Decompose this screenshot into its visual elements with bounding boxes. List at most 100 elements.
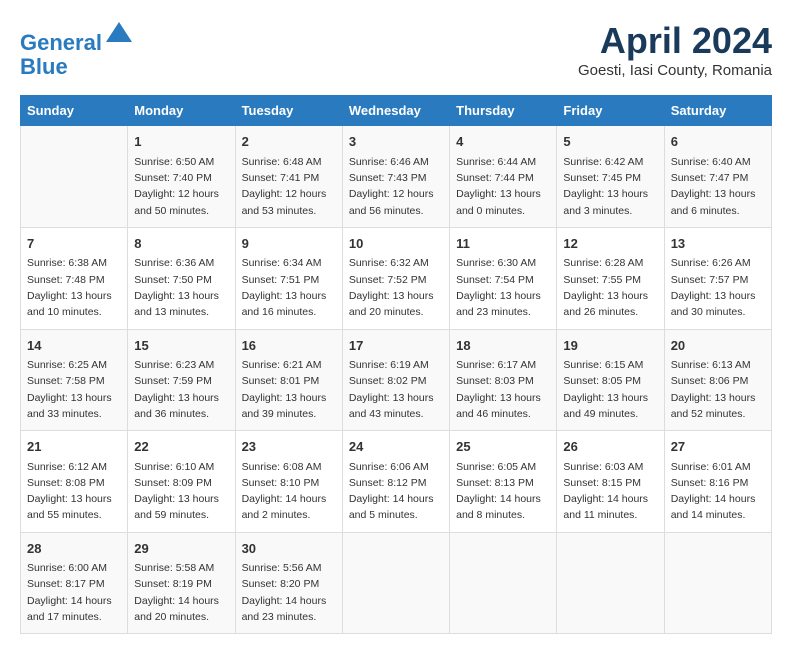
calendar-cell: 20Sunrise: 6:13 AM Sunset: 8:06 PM Dayli… [664,329,771,431]
day-info: Sunrise: 6:50 AM Sunset: 7:40 PM Dayligh… [134,154,228,219]
day-info: Sunrise: 6:44 AM Sunset: 7:44 PM Dayligh… [456,154,550,219]
day-info: Sunrise: 6:19 AM Sunset: 8:02 PM Dayligh… [349,357,443,422]
day-number: 28 [27,539,121,559]
day-number: 21 [27,437,121,457]
day-number: 5 [563,132,657,152]
calendar-cell: 1Sunrise: 6:50 AM Sunset: 7:40 PM Daylig… [128,126,235,228]
day-number: 11 [456,234,550,254]
header-day-wednesday: Wednesday [342,96,449,126]
day-info: Sunrise: 6:00 AM Sunset: 8:17 PM Dayligh… [27,560,121,625]
day-info: Sunrise: 6:36 AM Sunset: 7:50 PM Dayligh… [134,255,228,320]
calendar-cell: 30Sunrise: 5:56 AM Sunset: 8:20 PM Dayli… [235,532,342,634]
calendar-cell: 23Sunrise: 6:08 AM Sunset: 8:10 PM Dayli… [235,431,342,533]
header-day-friday: Friday [557,96,664,126]
day-info: Sunrise: 6:30 AM Sunset: 7:54 PM Dayligh… [456,255,550,320]
calendar-cell: 22Sunrise: 6:10 AM Sunset: 8:09 PM Dayli… [128,431,235,533]
day-number: 8 [134,234,228,254]
calendar-cell: 9Sunrise: 6:34 AM Sunset: 7:51 PM Daylig… [235,227,342,329]
header-day-saturday: Saturday [664,96,771,126]
calendar-cell: 6Sunrise: 6:40 AM Sunset: 7:47 PM Daylig… [664,126,771,228]
header: General Blue April 2024 Goesti, Iasi Cou… [20,20,772,79]
title-area: April 2024 Goesti, Iasi County, Romania [578,20,772,79]
day-info: Sunrise: 6:25 AM Sunset: 7:58 PM Dayligh… [27,357,121,422]
calendar-cell: 8Sunrise: 6:36 AM Sunset: 7:50 PM Daylig… [128,227,235,329]
calendar-cell: 10Sunrise: 6:32 AM Sunset: 7:52 PM Dayli… [342,227,449,329]
header-day-tuesday: Tuesday [235,96,342,126]
week-row-5: 28Sunrise: 6:00 AM Sunset: 8:17 PM Dayli… [21,532,772,634]
calendar-cell: 3Sunrise: 6:46 AM Sunset: 7:43 PM Daylig… [342,126,449,228]
calendar-cell: 27Sunrise: 6:01 AM Sunset: 8:16 PM Dayli… [664,431,771,533]
day-number: 2 [242,132,336,152]
calendar-cell [450,532,557,634]
day-info: Sunrise: 5:58 AM Sunset: 8:19 PM Dayligh… [134,560,228,625]
calendar-table: SundayMondayTuesdayWednesdayThursdayFrid… [20,95,772,634]
day-info: Sunrise: 6:17 AM Sunset: 8:03 PM Dayligh… [456,357,550,422]
header-day-sunday: Sunday [21,96,128,126]
day-number: 16 [242,336,336,356]
day-number: 4 [456,132,550,152]
calendar-cell: 28Sunrise: 6:00 AM Sunset: 8:17 PM Dayli… [21,532,128,634]
day-info: Sunrise: 6:38 AM Sunset: 7:48 PM Dayligh… [27,255,121,320]
header-day-monday: Monday [128,96,235,126]
calendar-cell: 19Sunrise: 6:15 AM Sunset: 8:05 PM Dayli… [557,329,664,431]
calendar-body: 1Sunrise: 6:50 AM Sunset: 7:40 PM Daylig… [21,126,772,634]
day-number: 14 [27,336,121,356]
month-title: April 2024 [578,20,772,62]
calendar-cell: 14Sunrise: 6:25 AM Sunset: 7:58 PM Dayli… [21,329,128,431]
calendar-cell: 24Sunrise: 6:06 AM Sunset: 8:12 PM Dayli… [342,431,449,533]
day-number: 30 [242,539,336,559]
day-number: 25 [456,437,550,457]
calendar-cell [664,532,771,634]
day-info: Sunrise: 6:05 AM Sunset: 8:13 PM Dayligh… [456,459,550,524]
day-info: Sunrise: 6:13 AM Sunset: 8:06 PM Dayligh… [671,357,765,422]
calendar-cell: 16Sunrise: 6:21 AM Sunset: 8:01 PM Dayli… [235,329,342,431]
day-number: 10 [349,234,443,254]
calendar-cell: 26Sunrise: 6:03 AM Sunset: 8:15 PM Dayli… [557,431,664,533]
calendar-header: SundayMondayTuesdayWednesdayThursdayFrid… [21,96,772,126]
day-number: 12 [563,234,657,254]
day-number: 1 [134,132,228,152]
header-day-thursday: Thursday [450,96,557,126]
calendar-cell: 4Sunrise: 6:44 AM Sunset: 7:44 PM Daylig… [450,126,557,228]
day-number: 17 [349,336,443,356]
day-info: Sunrise: 6:26 AM Sunset: 7:57 PM Dayligh… [671,255,765,320]
day-number: 20 [671,336,765,356]
day-number: 13 [671,234,765,254]
day-number: 15 [134,336,228,356]
calendar-cell: 2Sunrise: 6:48 AM Sunset: 7:41 PM Daylig… [235,126,342,228]
calendar-cell: 12Sunrise: 6:28 AM Sunset: 7:55 PM Dayli… [557,227,664,329]
day-info: Sunrise: 6:32 AM Sunset: 7:52 PM Dayligh… [349,255,443,320]
location-subtitle: Goesti, Iasi County, Romania [578,62,772,79]
day-info: Sunrise: 6:06 AM Sunset: 8:12 PM Dayligh… [349,459,443,524]
day-number: 6 [671,132,765,152]
day-number: 23 [242,437,336,457]
day-number: 22 [134,437,228,457]
calendar-cell [21,126,128,228]
logo-blue: Blue [20,54,68,79]
day-info: Sunrise: 6:12 AM Sunset: 8:08 PM Dayligh… [27,459,121,524]
day-info: Sunrise: 6:48 AM Sunset: 7:41 PM Dayligh… [242,154,336,219]
logo-icon [104,20,134,50]
week-row-1: 1Sunrise: 6:50 AM Sunset: 7:40 PM Daylig… [21,126,772,228]
day-info: Sunrise: 6:23 AM Sunset: 7:59 PM Dayligh… [134,357,228,422]
day-info: Sunrise: 6:21 AM Sunset: 8:01 PM Dayligh… [242,357,336,422]
day-info: Sunrise: 6:46 AM Sunset: 7:43 PM Dayligh… [349,154,443,219]
calendar-cell [342,532,449,634]
calendar-cell: 17Sunrise: 6:19 AM Sunset: 8:02 PM Dayli… [342,329,449,431]
calendar-cell: 5Sunrise: 6:42 AM Sunset: 7:45 PM Daylig… [557,126,664,228]
calendar-cell: 25Sunrise: 6:05 AM Sunset: 8:13 PM Dayli… [450,431,557,533]
day-info: Sunrise: 6:28 AM Sunset: 7:55 PM Dayligh… [563,255,657,320]
day-info: Sunrise: 6:15 AM Sunset: 8:05 PM Dayligh… [563,357,657,422]
logo-general: General [20,30,102,55]
day-number: 29 [134,539,228,559]
calendar-cell: 21Sunrise: 6:12 AM Sunset: 8:08 PM Dayli… [21,431,128,533]
logo: General Blue [20,20,134,79]
day-info: Sunrise: 6:42 AM Sunset: 7:45 PM Dayligh… [563,154,657,219]
week-row-2: 7Sunrise: 6:38 AM Sunset: 7:48 PM Daylig… [21,227,772,329]
day-number: 24 [349,437,443,457]
day-info: Sunrise: 6:08 AM Sunset: 8:10 PM Dayligh… [242,459,336,524]
day-number: 26 [563,437,657,457]
calendar-cell: 29Sunrise: 5:58 AM Sunset: 8:19 PM Dayli… [128,532,235,634]
calendar-cell: 18Sunrise: 6:17 AM Sunset: 8:03 PM Dayli… [450,329,557,431]
day-info: Sunrise: 6:01 AM Sunset: 8:16 PM Dayligh… [671,459,765,524]
